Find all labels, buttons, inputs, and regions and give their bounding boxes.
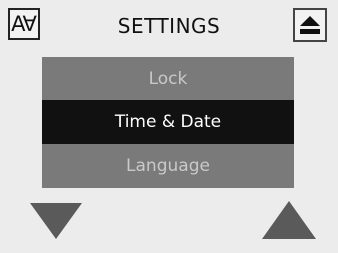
font-size-icon: A∀ xyxy=(11,11,37,36)
font-size-button[interactable]: A∀ xyxy=(8,8,40,40)
header: A∀ SETTINGS xyxy=(0,0,338,56)
menu-item-label: Time & Date xyxy=(114,112,222,132)
triangle-up-icon xyxy=(262,201,316,239)
page-title: SETTINGS xyxy=(117,14,221,38)
menu-item-label: Language xyxy=(126,156,210,176)
eject-icon xyxy=(300,16,320,34)
menu-item-lock[interactable]: Lock xyxy=(42,57,294,100)
triangle-down-icon xyxy=(30,203,82,239)
settings-menu: Lock Time & Date Language xyxy=(42,57,294,188)
eject-button[interactable] xyxy=(293,8,327,42)
settings-screen: A∀ SETTINGS Lock Time & Date Language xyxy=(0,0,338,253)
scroll-down-button[interactable] xyxy=(30,203,82,243)
menu-item-time-date[interactable]: Time & Date xyxy=(42,100,294,144)
menu-item-label: Lock xyxy=(148,69,188,89)
scroll-up-button[interactable] xyxy=(262,201,316,243)
menu-item-language[interactable]: Language xyxy=(42,144,294,188)
